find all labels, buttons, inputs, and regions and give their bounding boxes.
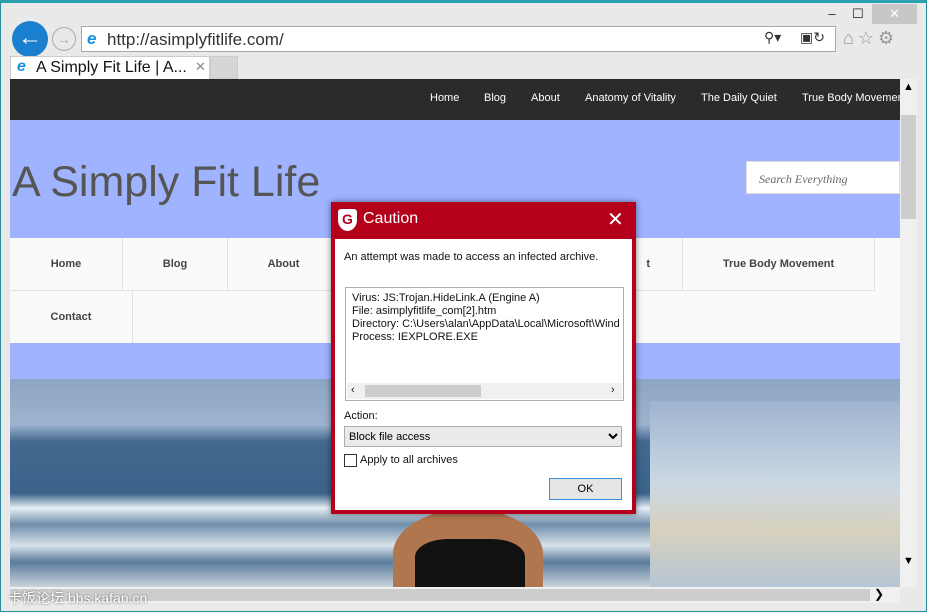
- search-input[interactable]: Search Everything: [746, 161, 900, 194]
- search-icon[interactable]: ⚲▾: [764, 29, 781, 46]
- swimsuit: [415, 539, 525, 587]
- scroll-right-icon[interactable]: ❯: [874, 587, 884, 601]
- gear-icon[interactable]: ⚙: [878, 28, 898, 48]
- action-label: Action:: [344, 410, 378, 422]
- minimize-button[interactable]: ‒: [822, 4, 842, 24]
- detail-process: Process: IEXPLORE.EXE: [352, 331, 478, 343]
- vertical-scrollbar[interactable]: ▲ ▼: [900, 79, 917, 587]
- new-tab-button[interactable]: [210, 56, 238, 79]
- ok-button[interactable]: OK: [549, 478, 622, 500]
- back-button[interactable]: ←: [12, 21, 48, 57]
- close-window-button[interactable]: ✕: [872, 4, 917, 24]
- details-box[interactable]: Virus: JS:Trojan.HideLink.A (Engine A) F…: [345, 287, 624, 401]
- action-select[interactable]: Block file access: [344, 426, 622, 447]
- checkbox-label[interactable]: Apply to all archives: [360, 454, 458, 466]
- scroll-thumb[interactable]: [901, 115, 916, 219]
- url-text: http://asimplyfitlife.com/: [107, 30, 284, 49]
- scroll-right-icon[interactable]: ›: [611, 384, 615, 397]
- top-nav-true-body[interactable]: True Body Movemen: [802, 92, 900, 104]
- nav-blog[interactable]: Blog: [123, 238, 228, 291]
- close-dialog-button[interactable]: ✕: [607, 207, 624, 232]
- dialog-message: An attempt was made to access an infecte…: [344, 251, 599, 263]
- top-nav-daily-quiet[interactable]: The Daily Quiet: [701, 92, 777, 104]
- dialog-title: Caution: [363, 210, 419, 227]
- refresh-icon[interactable]: ▣↻: [800, 29, 825, 46]
- top-nav-home[interactable]: Home: [430, 92, 459, 104]
- maximize-button[interactable]: ☐: [848, 4, 868, 24]
- nav-home[interactable]: Home: [10, 238, 123, 291]
- nav-true-body-movement[interactable]: True Body Movement: [683, 238, 875, 291]
- apply-all-checkbox[interactable]: [344, 454, 357, 467]
- detail-file: File: asimplyfitlife_com[2].htm: [352, 305, 497, 317]
- ie-icon: e: [17, 58, 26, 75]
- nav-contact[interactable]: Contact: [10, 291, 133, 344]
- caution-dialog: G Caution ✕ An attempt was made to acces…: [331, 202, 636, 514]
- forward-button[interactable]: →: [52, 27, 76, 51]
- details-hscrollbar[interactable]: ‹ ›: [347, 383, 622, 399]
- details-scroll-thumb[interactable]: [365, 385, 481, 397]
- top-nav-about[interactable]: About: [531, 92, 560, 104]
- top-nav: Home Blog About Anatomy of Vitality The …: [10, 79, 900, 120]
- gdata-shield-icon: G: [338, 209, 357, 231]
- scroll-left-icon[interactable]: ‹: [351, 384, 355, 397]
- tab-active[interactable]: e A Simply Fit Life | A... ✕: [10, 56, 210, 79]
- address-bar[interactable]: e http://asimplyfitlife.com/ ⚲▾ ▣↻: [81, 26, 836, 52]
- watermark: 卡饭论坛 bbs.kafan.cn: [8, 590, 148, 606]
- close-tab-icon[interactable]: ✕: [195, 59, 206, 75]
- top-nav-anatomy[interactable]: Anatomy of Vitality: [585, 92, 676, 104]
- favorites-star-icon[interactable]: ☆: [858, 28, 878, 48]
- tab-title: A Simply Fit Life | A...: [36, 59, 187, 76]
- site-title[interactable]: A Simply Fit Life: [12, 158, 320, 207]
- top-nav-blog[interactable]: Blog: [484, 92, 506, 104]
- detail-directory: Directory: C:\Users\alan\AppData\Local\M…: [352, 318, 620, 330]
- detail-virus: Virus: JS:Trojan.HideLink.A (Engine A): [352, 292, 540, 304]
- ie-icon: e: [87, 29, 97, 48]
- home-icon[interactable]: ⌂: [843, 28, 858, 48]
- scroll-up-icon[interactable]: ▲: [903, 81, 914, 93]
- nav-about[interactable]: About: [228, 238, 340, 291]
- beach-image-tiles: [650, 401, 900, 587]
- scroll-down-icon[interactable]: ▼: [903, 555, 914, 567]
